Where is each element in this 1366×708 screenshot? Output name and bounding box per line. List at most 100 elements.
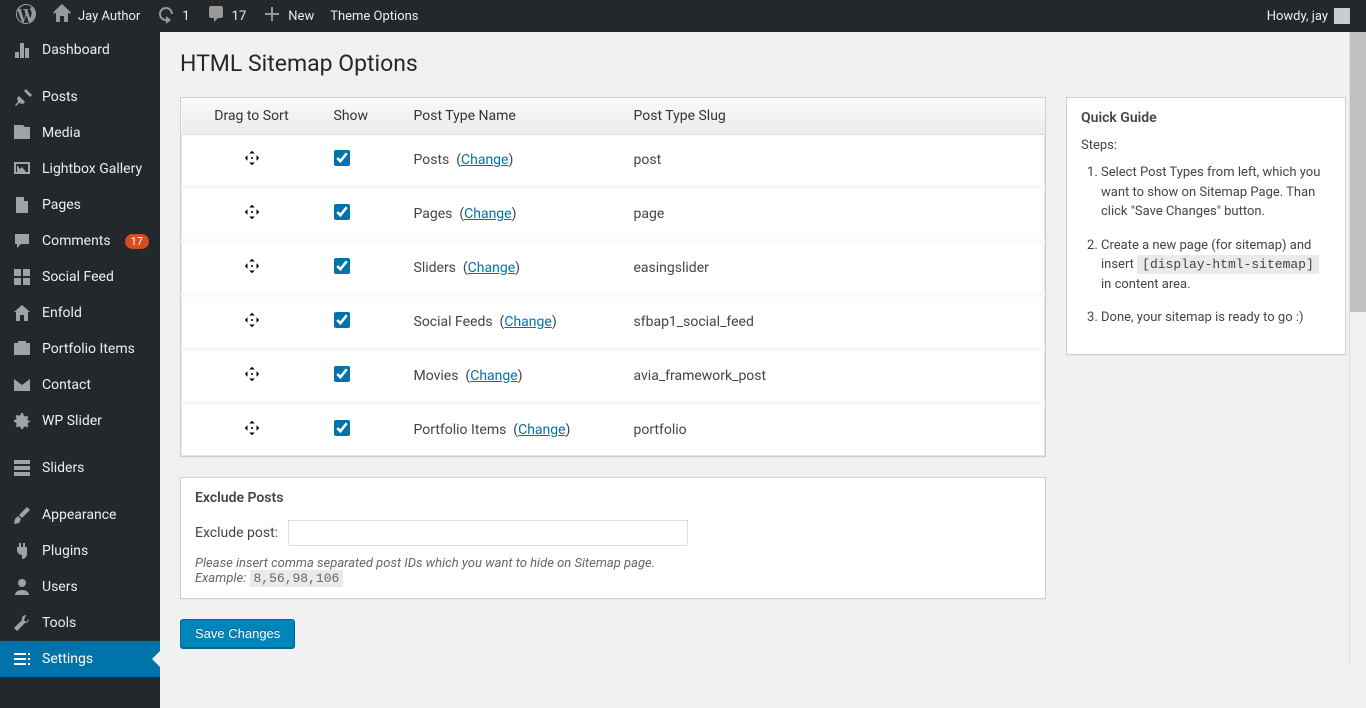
sidebar-item-dashboard[interactable]: Dashboard — [0, 32, 160, 68]
sidebar-item-media[interactable]: Media — [0, 115, 160, 151]
sliders-icon — [12, 458, 32, 478]
howdy-text: Howdy, jay — [1267, 9, 1328, 24]
sidebar-item-social-feed[interactable]: Social Feed — [0, 259, 160, 295]
th-show: Show — [322, 98, 402, 135]
change-link[interactable]: Change — [461, 152, 508, 168]
menu-label: Comments — [42, 233, 111, 249]
drag-handle-icon[interactable] — [243, 209, 261, 225]
guide-step: Done, your sitemap is ready to go :) — [1101, 308, 1331, 328]
home-icon — [12, 303, 32, 323]
drag-handle-icon[interactable] — [243, 155, 261, 171]
table-row: Posts (Change)post — [182, 135, 1045, 188]
change-link[interactable]: Change — [470, 368, 517, 384]
change-link[interactable]: Change — [464, 206, 511, 222]
plug-icon — [12, 541, 32, 561]
admin-bar: Jay Author 1 17 New Theme Options Howdy,… — [0, 0, 1366, 32]
post-types-table: Drag to Sort Show Post Type Name Post Ty… — [181, 98, 1045, 456]
post-type-slug: portfolio — [622, 403, 1045, 456]
wp-logo[interactable] — [8, 0, 44, 32]
updates-count: 1 — [182, 9, 189, 24]
guide-step: Select Post Types from left, which you w… — [1101, 163, 1331, 222]
guide-step: Create a new page (for sitemap) and inse… — [1101, 236, 1331, 295]
sidebar-item-plugins[interactable]: Plugins — [0, 533, 160, 569]
change-link[interactable]: Change — [504, 314, 551, 330]
sidebar-item-users[interactable]: Users — [0, 569, 160, 605]
brush-icon — [12, 505, 32, 525]
my-account[interactable]: Howdy, jay — [1259, 0, 1358, 32]
pin-icon — [12, 87, 32, 107]
menu-label: Dashboard — [42, 42, 110, 58]
exclude-help: Please insert comma separated post IDs w… — [195, 556, 1031, 586]
refresh-icon — [156, 4, 176, 28]
sidebar-item-wp-slider[interactable]: WP Slider — [0, 403, 160, 439]
drag-handle-icon[interactable] — [243, 317, 261, 333]
grid-icon — [12, 267, 32, 287]
table-row: Pages (Change)page — [182, 187, 1045, 241]
sidebar-item-enfold[interactable]: Enfold — [0, 295, 160, 331]
home-icon — [52, 4, 72, 28]
sidebar-item-pages[interactable]: Pages — [0, 187, 160, 223]
sidebar-item-appearance[interactable]: Appearance — [0, 497, 160, 533]
shortcode: [display-html-sitemap] — [1137, 255, 1319, 274]
comments-link[interactable]: 17 — [198, 0, 255, 32]
change-link[interactable]: Change — [518, 422, 565, 438]
dashboard-icon — [12, 40, 32, 60]
show-checkbox[interactable] — [334, 258, 350, 274]
drag-handle-icon[interactable] — [243, 371, 261, 387]
post-type-slug: post — [622, 135, 1045, 188]
plus-icon — [262, 4, 282, 28]
mail-icon — [12, 375, 32, 395]
site-name-link[interactable]: Jay Author — [44, 0, 148, 32]
table-row: Sliders (Change)easingslider — [182, 241, 1045, 295]
theme-options-link[interactable]: Theme Options — [322, 0, 426, 32]
post-type-slug: avia_framework_post — [622, 349, 1045, 403]
show-checkbox[interactable] — [334, 150, 350, 166]
show-checkbox[interactable] — [334, 366, 350, 382]
table-row: Social Feeds (Change)sfbap1_social_feed — [182, 295, 1045, 349]
show-checkbox[interactable] — [334, 204, 350, 220]
menu-label: Pages — [42, 197, 81, 213]
sidebar-item-lightbox-gallery[interactable]: Lightbox Gallery — [0, 151, 160, 187]
scrollbar[interactable] — [1349, 32, 1366, 664]
sidebar-item-sliders[interactable]: Sliders — [0, 450, 160, 486]
post-type-name: Social Feeds — [414, 314, 493, 330]
drag-handle-icon[interactable] — [243, 425, 261, 441]
comments-count: 17 — [232, 9, 247, 24]
show-checkbox[interactable] — [334, 420, 350, 436]
sidebar-item-portfolio-items[interactable]: Portfolio Items — [0, 331, 160, 367]
exclude-heading: Exclude Posts — [195, 490, 1031, 506]
drag-handle-icon[interactable] — [243, 263, 261, 279]
sidebar-item-settings[interactable]: Settings — [0, 641, 160, 677]
save-button[interactable]: Save Changes — [180, 619, 295, 648]
sidebar-item-posts[interactable]: Posts — [0, 79, 160, 115]
comment-icon — [206, 4, 226, 28]
th-drag: Drag to Sort — [182, 98, 322, 135]
post-type-name: Portfolio Items — [414, 422, 507, 438]
menu-label: Appearance — [42, 507, 116, 523]
post-type-name: Pages — [414, 206, 453, 222]
post-type-slug: sfbap1_social_feed — [622, 295, 1045, 349]
post-type-slug: page — [622, 187, 1045, 241]
avatar-icon — [1334, 8, 1350, 24]
exclude-posts-box: Exclude Posts Exclude post: Please inser… — [180, 477, 1046, 599]
new-content-link[interactable]: New — [254, 0, 322, 32]
menu-label: Media — [42, 125, 81, 141]
steps-label: Steps: — [1081, 138, 1331, 153]
th-slug: Post Type Slug — [622, 98, 1045, 135]
show-checkbox[interactable] — [334, 312, 350, 328]
scrollbar-thumb[interactable] — [1350, 32, 1366, 312]
change-link[interactable]: Change — [468, 260, 515, 276]
sidebar-item-comments[interactable]: Comments17 — [0, 223, 160, 259]
post-type-name: Sliders — [414, 260, 456, 276]
sidebar-item-contact[interactable]: Contact — [0, 367, 160, 403]
exclude-input[interactable] — [288, 520, 688, 546]
quick-guide-box: Quick Guide Steps: Select Post Types fro… — [1066, 97, 1346, 355]
table-row: Portfolio Items (Change)portfolio — [182, 403, 1045, 456]
admin-bar-left: Jay Author 1 17 New Theme Options — [8, 0, 427, 32]
sidebar-item-tools[interactable]: Tools — [0, 605, 160, 641]
page-icon — [12, 195, 32, 215]
menu-label: Contact — [42, 377, 91, 393]
media-icon — [12, 123, 32, 143]
updates-link[interactable]: 1 — [148, 0, 197, 32]
admin-bar-right: Howdy, jay — [1259, 0, 1358, 32]
